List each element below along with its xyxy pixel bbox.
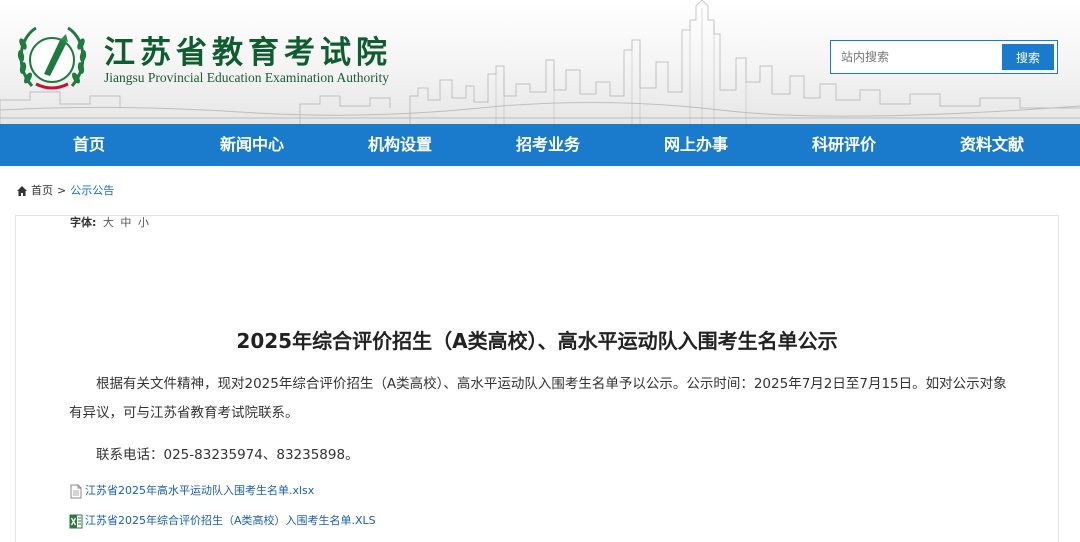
laurel-emblem-icon <box>17 26 87 90</box>
search-button[interactable]: 搜索 <box>1002 44 1054 70</box>
article-paragraph: 根据有关文件精神，现对2025年综合评价招生（A类高校）、高水平运动队入围考生名… <box>69 376 1007 421</box>
attachment-link[interactable]: 江苏省2025年高水平运动队入围考生名单.xlsx <box>69 483 314 499</box>
attachment-link[interactable]: 江苏省2025年综合评价招生（A类高校）入围考生名单.XLS <box>69 513 376 529</box>
nav-item-admissions[interactable]: 招考业务 <box>474 124 622 166</box>
attachment-label[interactable]: 江苏省2025年高水平运动队入围考生名单.xlsx <box>85 483 314 499</box>
document-icon <box>70 484 82 498</box>
breadcrumb: 首页 > 公示公告 <box>16 183 114 199</box>
article-title: 2025年综合评价招生（A类高校）、高水平运动队入围考生名单公示 <box>236 329 838 353</box>
home-icon <box>17 186 27 196</box>
breadcrumb-separator: > <box>57 184 67 197</box>
article-panel: 字体: 大 中 小 2025年综合评价招生（A类高校）、高水平运动队入围考生名单… <box>15 215 1059 542</box>
search-input[interactable] <box>831 41 1001 73</box>
nav-item-home[interactable]: 首页 <box>0 124 178 166</box>
site-logo-subtitle: Jiangsu Provincial Education Examination… <box>104 70 389 85</box>
nav-item-research[interactable]: 科研评价 <box>770 124 918 166</box>
breadcrumb-home[interactable]: 首页 <box>31 183 53 199</box>
site-logo-title[interactable]: 江苏省教育考试院 <box>104 36 392 70</box>
font-size-large[interactable]: 大 <box>103 216 114 229</box>
nav-item-organization[interactable]: 机构设置 <box>326 124 474 166</box>
font-size-switcher: 字体: 大 中 小 <box>70 216 149 230</box>
nav-item-news[interactable]: 新闻中心 <box>178 124 326 166</box>
breadcrumb-current[interactable]: 公示公告 <box>70 183 114 199</box>
excel-icon <box>69 514 83 528</box>
search-box: 搜索 <box>830 40 1058 74</box>
font-size-label: 字体: <box>70 216 97 229</box>
attachment-label[interactable]: 江苏省2025年综合评价招生（A类高校）入围考生名单.XLS <box>85 513 376 529</box>
nav-item-online-services[interactable]: 网上办事 <box>622 124 770 166</box>
font-size-medium[interactable]: 中 <box>120 216 131 229</box>
article-contact: 联系电话：025-83235974、83235898。 <box>96 447 359 463</box>
nav-item-documents[interactable]: 资料文献 <box>918 124 1066 166</box>
main-nav: 首页 新闻中心 机构设置 招考业务 网上办事 科研评价 资料文献 <box>0 124 1080 166</box>
font-size-small[interactable]: 小 <box>138 216 149 229</box>
site-header: 江苏省教育考试院 Jiangsu Provincial Education Ex… <box>0 0 1080 124</box>
